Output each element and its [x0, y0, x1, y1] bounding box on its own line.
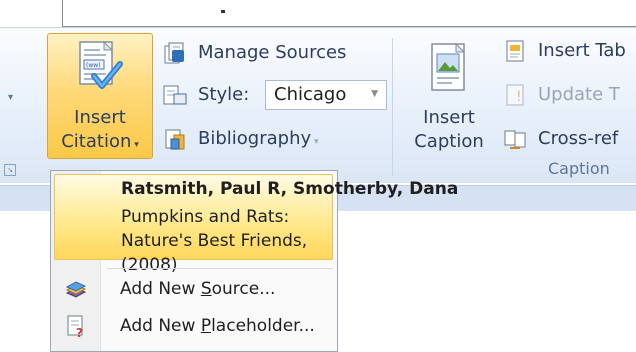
insert-table-of-figures-icon — [506, 40, 524, 62]
add-new-source-label: Add New Source... — [120, 279, 275, 299]
add-new-source-item[interactable]: Add New Source... — [54, 273, 333, 307]
captions-group-label: Caption — [548, 159, 610, 178]
add-new-placeholder-item[interactable]: ? Add New Placeholder... — [54, 310, 333, 344]
update-table-button[interactable]: Update T — [538, 84, 620, 105]
group-separator — [392, 38, 393, 176]
chevron-down-icon: ▼ — [371, 89, 378, 99]
bibliography-icon — [165, 129, 185, 150]
add-new-source-icon — [65, 281, 87, 298]
footnotes-dialog-launcher-icon[interactable]: ↘ — [4, 164, 16, 176]
add-new-source-prefix: Add New — [120, 279, 201, 299]
citation-entry[interactable]: Ratsmith, Paul R, Smotherby, Dana Pumpki… — [54, 174, 458, 275]
add-new-placeholder-label: Add New Placeholder... — [120, 316, 315, 336]
add-new-placeholder-icon: ? — [67, 315, 83, 338]
cross-reference-button[interactable]: Cross-ref — [538, 128, 618, 149]
dropdown-arrow-icon[interactable]: ▾ — [8, 92, 13, 103]
chevron-down-icon: ▾ — [311, 137, 319, 147]
insert-caption-icon — [431, 42, 466, 91]
insert-caption-label-line2: Caption — [414, 131, 484, 152]
insert-citation-label-line1: Insert — [74, 107, 126, 128]
svg-text:?: ? — [76, 326, 83, 338]
manage-sources-button[interactable]: Manage Sources — [198, 42, 346, 63]
style-dropdown-value: Chicago — [274, 84, 347, 105]
insert-caption-label-line1: Insert — [423, 107, 475, 128]
bibliography-label: Bibliography — [198, 128, 312, 149]
menu-separator — [107, 268, 333, 269]
insert-citation-icon: (ww) — [79, 40, 123, 89]
style-icon — [163, 85, 187, 105]
cross-reference-icon — [504, 130, 526, 149]
insert-citation-button[interactable]: (ww) Insert Citation ▾ — [47, 33, 153, 159]
insert-citation-menu: Ratsmith, Paul R, Smotherby, Dana Pumpki… — [50, 170, 458, 352]
insert-citation-label-line2: Citation — [61, 131, 132, 152]
style-dropdown[interactable]: Chicago ▼ — [265, 80, 387, 110]
bibliography-button[interactable]: Bibliography ▾ — [198, 128, 319, 149]
add-new-placeholder-suffix: laceholder... — [211, 316, 315, 336]
add-new-placeholder-accel: P — [200, 316, 212, 336]
svg-text:(ww): (ww) — [86, 62, 101, 69]
add-new-placeholder-prefix: Add New — [120, 316, 201, 336]
manage-sources-icon — [164, 42, 184, 64]
chevron-down-icon: ▾ — [131, 140, 139, 150]
svg-text:!: ! — [516, 89, 522, 105]
update-table-icon: ! — [506, 84, 524, 106]
citation-authors: Ratsmith, Paul R, Smotherby, Dana — [121, 179, 459, 199]
insert-caption-button[interactable]: Insert Caption — [402, 106, 496, 154]
insert-citation-label: Insert Citation ▾ — [48, 106, 152, 157]
add-new-source-accel: S — [200, 279, 212, 299]
text-cursor-mark — [221, 10, 225, 13]
insert-table-of-figures-button[interactable]: Insert Tab — [538, 40, 626, 61]
style-label: Style: — [198, 84, 250, 105]
document-page-edge — [62, 0, 636, 27]
citation-title: Pumpkins and Rats: Nature's Best Friends… — [121, 207, 308, 275]
add-new-source-suffix: ource... — [211, 279, 276, 299]
